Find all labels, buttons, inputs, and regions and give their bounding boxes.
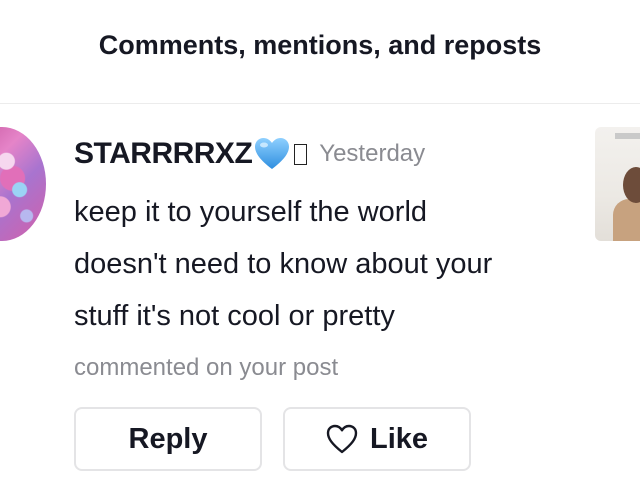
comment-line: keep it to yourself the world (74, 196, 428, 228)
like-label: Like (369, 422, 429, 455)
page-title: Comments, mentions, and reposts (98, 30, 542, 60)
post-thumbnail[interactable] (595, 127, 640, 241)
blue-heart-icon (254, 137, 290, 171)
comment-line: doesn't need to know about your (74, 248, 493, 280)
thumbnail-detail (615, 133, 640, 139)
reply-label: Reply (128, 422, 208, 455)
missing-glyph-icon (294, 143, 308, 165)
comment-header: STARRRRXZ Yesterday (74, 134, 425, 174)
reply-button[interactable]: Reply (74, 407, 262, 471)
username[interactable]: STARRRRXZ (74, 137, 253, 171)
comment-text: keep it to yourself the world doesn't ne… (74, 186, 574, 342)
timestamp: Yesterday (319, 140, 426, 167)
heart-outline-icon (326, 424, 358, 454)
activity-description: commented on your post (74, 354, 339, 381)
thumbnail-detail (623, 167, 640, 203)
like-button[interactable]: Like (283, 407, 471, 471)
header: Comments, mentions, and reposts (0, 0, 640, 104)
notifications-page: Comments, mentions, and reposts STARRRRX… (0, 0, 640, 480)
thumbnail-detail (613, 199, 640, 241)
avatar[interactable] (0, 127, 46, 241)
comment-line: stuff it's not cool or pretty (74, 300, 395, 332)
